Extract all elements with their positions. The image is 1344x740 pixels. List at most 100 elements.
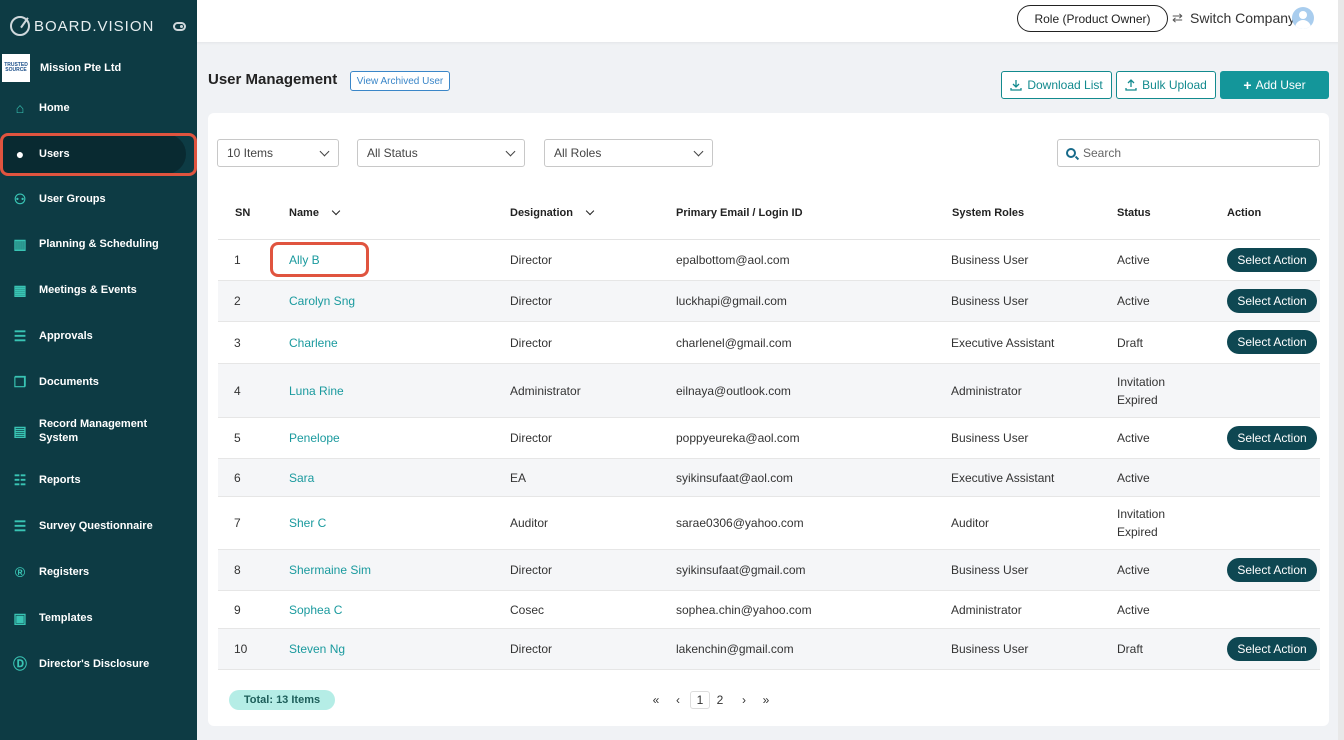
- cell-name[interactable]: Charlene: [289, 322, 338, 363]
- next-page-icon[interactable]: ›: [739, 691, 749, 709]
- status-text: Invitation: [1117, 374, 1166, 389]
- table-row: 5 Penelope Director poppyeureka@aol.com Busi…: [218, 418, 1320, 459]
- cell-email: syikinsufaat@aol.com: [676, 470, 793, 485]
- cell-email: sophea.chin@yahoo.com: [676, 602, 812, 617]
- previous-page-icon[interactable]: ‹: [673, 691, 683, 709]
- brand-logo[interactable]: BOARD.VISION: [10, 16, 154, 36]
- cell-system-role: Auditor: [951, 516, 990, 530]
- status-text: Draft: [1117, 335, 1144, 350]
- sidebar-item-registers[interactable]: ® Registers: [0, 557, 197, 587]
- status-text: Active: [1117, 294, 1150, 308]
- select-action-button[interactable]: Select Action: [1227, 288, 1317, 313]
- role-button[interactable]: Role (Product Owner): [1017, 5, 1168, 32]
- cell-sn: 7: [234, 516, 241, 530]
- company-selector[interactable]: TRUSTED SOURCE Mission Pte Ltd: [2, 54, 121, 82]
- cell-name[interactable]: Carolyn Sng: [289, 281, 355, 321]
- first-page-icon[interactable]: «: [650, 691, 662, 709]
- disclosure-icon: Ⓓ: [13, 656, 27, 672]
- column-header-email: Primary Email / Login ID: [676, 207, 803, 219]
- cell-system-role: Administrator: [951, 383, 1022, 398]
- sidebar-item-label: Documents: [39, 376, 99, 388]
- chevron-down-icon: [319, 146, 330, 157]
- cell-email: syikinsufaat@gmail.com: [676, 563, 806, 577]
- select-action-button[interactable]: Select Action: [1227, 330, 1317, 354]
- table-row: 2 Carolyn Sng Director luckhapi@gmail.com Bu…: [218, 281, 1320, 322]
- sidebar-item-label: User Groups: [39, 193, 106, 205]
- cell-name[interactable]: Penelope: [289, 418, 340, 458]
- cell-name[interactable]: Shermaine Sim: [289, 550, 371, 590]
- sidebar-item-director-s-disclosure[interactable]: Ⓓ Director's Disclosure: [0, 649, 197, 679]
- cell-status: Invitation Expired: [1117, 364, 1165, 417]
- cell-name[interactable]: Luna Rine: [289, 364, 344, 417]
- download-list-button[interactable]: Download List: [1001, 71, 1112, 99]
- cell-sn: 9: [234, 602, 241, 617]
- select-action-button[interactable]: Select Action: [1227, 425, 1317, 450]
- roles-filter-select[interactable]: All Roles: [544, 139, 713, 167]
- status-text: Invitation: [1117, 507, 1166, 521]
- table-row: 3 Charlene Director charlenel@gmail.com Exec…: [218, 322, 1320, 364]
- sidebar-item-templates[interactable]: ▣ Templates: [0, 603, 197, 633]
- sidebar-item-reports[interactable]: ☷ Reports: [0, 465, 197, 495]
- column-header-designation[interactable]: Designation: [510, 206, 595, 219]
- select-action-button[interactable]: Select Action: [1227, 247, 1317, 272]
- avatar[interactable]: [1292, 7, 1314, 29]
- cell-name[interactable]: Sher C: [289, 497, 326, 549]
- column-header-name[interactable]: Name: [289, 206, 341, 219]
- column-header-name-label: Name: [289, 207, 319, 219]
- page-1-button[interactable]: 1: [690, 691, 710, 709]
- add-user-button[interactable]: + Add User: [1220, 71, 1329, 99]
- search-box[interactable]: [1057, 139, 1320, 167]
- home-icon: ⌂: [15, 100, 25, 116]
- sort-chevron-icon[interactable]: [585, 206, 595, 216]
- sidebar-item-record-management-system[interactable]: ▤ Record Management System: [0, 416, 197, 446]
- page-2-button[interactable]: 2: [714, 691, 726, 709]
- sidebar-item-meetings-events[interactable]: ▦ Meetings & Events: [0, 275, 197, 305]
- cell-name[interactable]: Sophea C: [289, 591, 342, 628]
- sidebar-item-label: Survey Questionnaire: [39, 520, 153, 532]
- cell-status: Draft: [1117, 629, 1143, 669]
- cell-name[interactable]: Steven Ng: [289, 629, 345, 669]
- scrollbar[interactable]: [1338, 0, 1344, 740]
- total-items-badge: Total: 13 Items: [229, 690, 335, 710]
- sidebar-item-user-groups[interactable]: ⚇ User Groups: [0, 184, 197, 214]
- sidebar-item-label: Reports: [39, 474, 81, 486]
- items-per-page-value: 10 Items: [227, 146, 274, 160]
- sort-chevron-icon[interactable]: [331, 206, 341, 216]
- cell-system-role: Administrator: [951, 602, 1022, 617]
- sidebar-item-label: Templates: [39, 612, 93, 624]
- company-name: Mission Pte Ltd: [40, 62, 122, 74]
- view-archived-user-button[interactable]: View Archived User: [350, 71, 450, 91]
- switch-company-button[interactable]: ⇄ Switch Company: [1172, 10, 1295, 26]
- cell-status: Active: [1117, 591, 1150, 628]
- upload-icon: [1125, 79, 1137, 91]
- cell-designation: Director: [510, 253, 553, 267]
- column-header-designation-label: Designation: [510, 207, 573, 219]
- sidebar-item-planning-scheduling[interactable]: ▥ Planning & Scheduling: [0, 229, 197, 259]
- last-page-icon[interactable]: »: [760, 691, 772, 709]
- select-action-button[interactable]: Select Action: [1227, 636, 1317, 661]
- page-title: User Management: [208, 71, 338, 88]
- plus-icon: +: [1243, 77, 1252, 93]
- cell-designation: Director: [510, 642, 553, 656]
- cell-name[interactable]: Sara: [289, 459, 314, 496]
- sidebar-item-home[interactable]: ⌂ Home: [0, 93, 197, 123]
- search-input[interactable]: [1083, 146, 1303, 160]
- cell-designation: Cosec: [510, 602, 545, 617]
- sidebar-item-label: Meetings & Events: [39, 284, 137, 296]
- template-icon: ▣: [13, 609, 27, 626]
- sidebar-toggle-icon[interactable]: [173, 22, 186, 31]
- cell-system-role: Business User: [951, 253, 1029, 267]
- chevron-down-icon: [693, 146, 704, 157]
- status-text: Active: [1117, 602, 1150, 617]
- status-filter-select[interactable]: All Status: [357, 139, 525, 167]
- bulk-upload-button[interactable]: Bulk Upload: [1116, 71, 1216, 99]
- sidebar-item-label: Director's Disclosure: [39, 658, 150, 670]
- select-action-button[interactable]: Select Action: [1227, 557, 1317, 582]
- items-per-page-select[interactable]: 10 Items: [217, 139, 339, 167]
- sidebar-item-survey-questionnaire[interactable]: ☰ Survey Questionnaire: [0, 511, 197, 541]
- cell-sn: 1: [234, 253, 241, 267]
- sidebar-item-approvals[interactable]: ☰ Approvals: [0, 321, 197, 351]
- status-text-line2: Expired: [1117, 392, 1158, 407]
- cell-system-role: Business User: [951, 431, 1029, 445]
- sidebar-item-documents[interactable]: ❐ Documents: [0, 367, 197, 397]
